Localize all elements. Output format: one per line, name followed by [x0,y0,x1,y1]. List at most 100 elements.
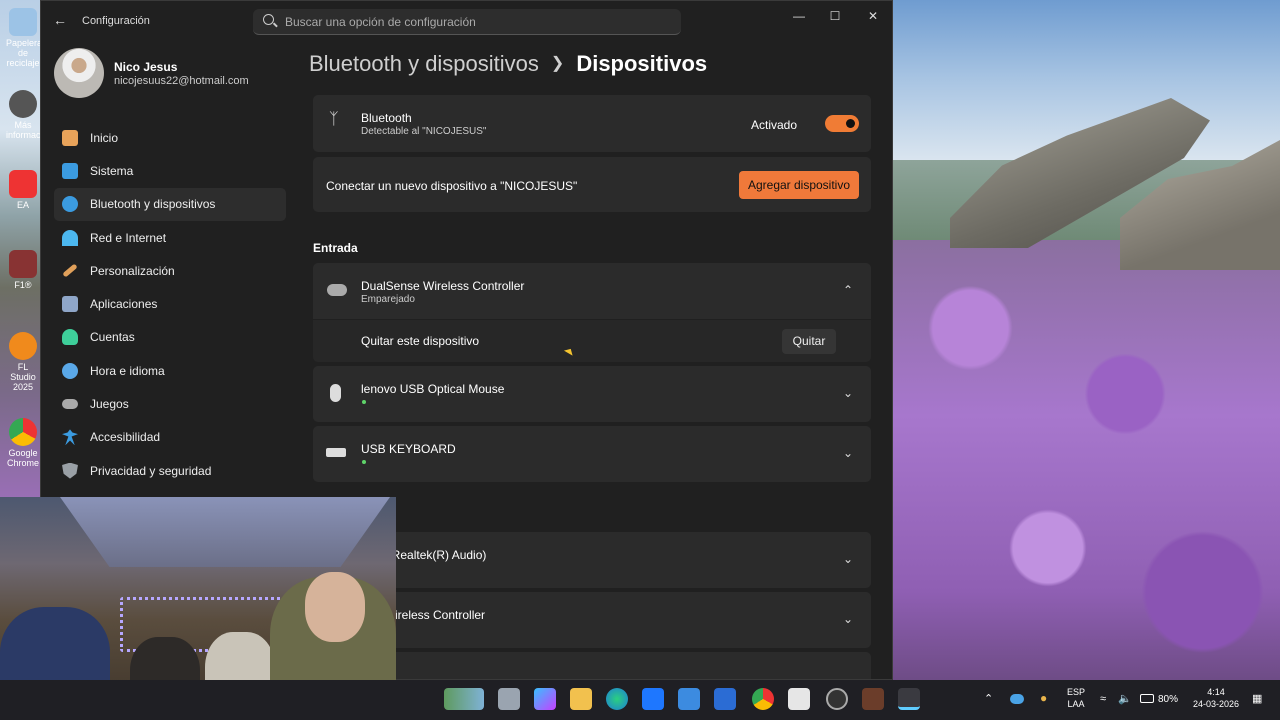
task-view-icon[interactable] [498,688,520,710]
more-info-shortcut[interactable]: Más información [6,90,53,140]
chevron-down-icon[interactable]: ⌄ [843,446,853,460]
search-box[interactable] [253,9,681,35]
sidebar-item-label: Accesibilidad [90,430,161,445]
chevron-up-icon[interactable]: ⌃ [984,693,993,705]
chevron-down-icon[interactable]: ⌄ [843,552,853,566]
game-icon[interactable] [862,688,884,710]
mail-icon[interactable] [714,688,736,710]
widgets-icon[interactable] [444,688,484,710]
chrome-shortcut[interactable]: Google Chrome [6,418,40,468]
sidebar-item-accesibilidad[interactable]: Accesibilidad [54,421,286,454]
file-explorer-icon[interactable] [570,688,592,710]
remove-device-button[interactable]: Quitar [782,329,836,354]
back-arrow-icon[interactable]: ← [53,12,67,28]
avatar [54,48,104,98]
section-title-input: Entrada [313,241,358,255]
close-button[interactable]: ✕ [855,5,891,27]
chevron-up-icon[interactable]: ⌃ [843,283,853,297]
f1-shortcut[interactable]: F1® [6,250,40,290]
bluetooth-state-label: Activado [751,118,798,132]
device-more[interactable] [313,652,871,679]
wifi-icon [62,229,78,246]
device-audio[interactable]: ares (Realtek(R) Audio) ⌄ [313,532,871,588]
clock-date: 24-03-2026 [1192,699,1240,709]
wifi-icon[interactable]: ≈ [1100,693,1106,705]
bluetooth-toggle[interactable] [825,115,859,132]
copilot-icon[interactable] [534,688,556,710]
sidebar-item-hora[interactable]: Hora e idioma [54,354,286,387]
sidebar-item-privacidad[interactable]: Privacidad y seguridad [54,454,286,487]
desktop-icons: Papelera de reciclaje Más información EA… [0,0,53,500]
sidebar-item-label: Juegos [90,397,129,412]
language-indicator[interactable]: ESP LAA [1064,686,1088,710]
recycle-bin-shortcut[interactable]: Papelera de reciclaje [6,8,42,68]
edge-icon[interactable] [606,688,628,710]
chevron-down-icon[interactable]: ⌄ [843,386,853,400]
battery-icon[interactable] [1140,694,1154,703]
page-title: Dispositivos [576,51,708,76]
ea-shortcut[interactable]: EA [6,170,40,210]
chevron-down-icon[interactable]: ⌄ [843,612,853,626]
fl-studio-shortcut[interactable]: FL Studio 2025 [6,332,40,392]
app-icon[interactable] [678,688,700,710]
clock-app-icon[interactable] [826,688,848,710]
minimize-button[interactable]: — [781,5,817,27]
device-keyboard[interactable]: USB KEYBOARD ⌄ [313,426,871,482]
webcam-ceiling [60,497,390,567]
add-device-card: Conectar un nuevo dispositivo a "NICOJES… [313,157,871,212]
add-device-text: Conectar un nuevo dispositivo a "NICOJES… [326,179,578,193]
battery-percentage: 80% [1158,694,1179,705]
search-input[interactable] [285,13,665,31]
bluetooth-card: ᛉ Bluetooth Detectable al "NICOJESUS" Ac… [313,95,871,152]
notification-icon[interactable]: ▦ [1252,693,1262,705]
sidebar-item-label: Sistema [90,163,134,178]
sidebar-item-personalizacion[interactable]: Personalización [54,254,286,287]
chrome-icon[interactable] [752,688,774,710]
add-device-button[interactable]: Agregar dispositivo [739,171,859,199]
home-icon [62,129,78,146]
sidebar-item-cuentas[interactable]: Cuentas [54,321,286,354]
sidebar-item-inicio[interactable]: Inicio [54,121,286,154]
language-top: ESP [1066,687,1085,697]
language-bottom: LAA [1067,699,1085,709]
maximize-button[interactable]: ☐ [817,5,853,27]
microphone-icon[interactable]: ● [1040,692,1047,704]
volume-icon[interactable]: 🔈 [1118,693,1132,705]
profile-email: nicojesuus22@hotmail.com [114,75,249,87]
onedrive-icon[interactable] [1010,694,1024,704]
window-title: Configuración [82,15,150,27]
gamepad-icon [62,399,78,410]
device-name: lenovo USB Optical Mouse [361,382,505,396]
device-name: USB KEYBOARD [361,442,456,456]
sidebar-item-juegos[interactable]: Juegos [54,387,286,420]
sidebar-item-red[interactable]: Red e Internet [54,221,286,254]
sidebar-item-sistema[interactable]: Sistema [54,154,286,187]
system-icon [62,162,78,179]
sidebar-item-label: Personalización [90,263,175,278]
device-name: DualSense Wireless Controller [361,279,525,293]
taskbar: ⌃ ● ESP LAA ≈ 🔈 80% 4:14 24-03-2026 ▦ [0,680,1280,720]
device-dualsense-output[interactable]: nse Wireless Controller ⌄ [313,592,871,648]
device-mouse[interactable]: lenovo USB Optical Mouse ⌄ [313,366,871,422]
sidebar-item-bluetooth[interactable]: Bluetooth y dispositivos [54,187,286,221]
settings-gear-icon[interactable] [898,688,920,710]
accessibility-icon [62,429,78,446]
mouse-icon [330,384,341,402]
breadcrumb-parent[interactable]: Bluetooth y dispositivos [309,51,539,76]
clock[interactable]: 4:14 24-03-2026 [1186,686,1246,710]
store-icon[interactable] [788,688,810,710]
f1-icon [9,250,37,278]
search-icon [263,14,274,25]
bluetooth-subtitle: Detectable al "NICOJESUS" [361,126,487,137]
sidebar-item-label: Bluetooth y dispositivos [90,197,216,212]
sidebar-item-label: Hora e idioma [90,363,165,378]
shield-icon [62,462,78,479]
dropbox-icon[interactable] [642,688,664,710]
sidebar-item-aplicaciones[interactable]: Aplicaciones [54,287,286,320]
bluetooth-icon: ᛉ [329,111,339,128]
remove-device-text: Quitar este dispositivo [361,334,480,348]
sidebar-item-label: Inicio [90,130,119,145]
device-dualsense-expanded: Quitar este dispositivo Quitar [313,320,871,362]
profile-name: Nico Jesus [114,60,178,74]
device-dualsense[interactable]: DualSense Wireless Controller Emparejado… [313,263,871,319]
